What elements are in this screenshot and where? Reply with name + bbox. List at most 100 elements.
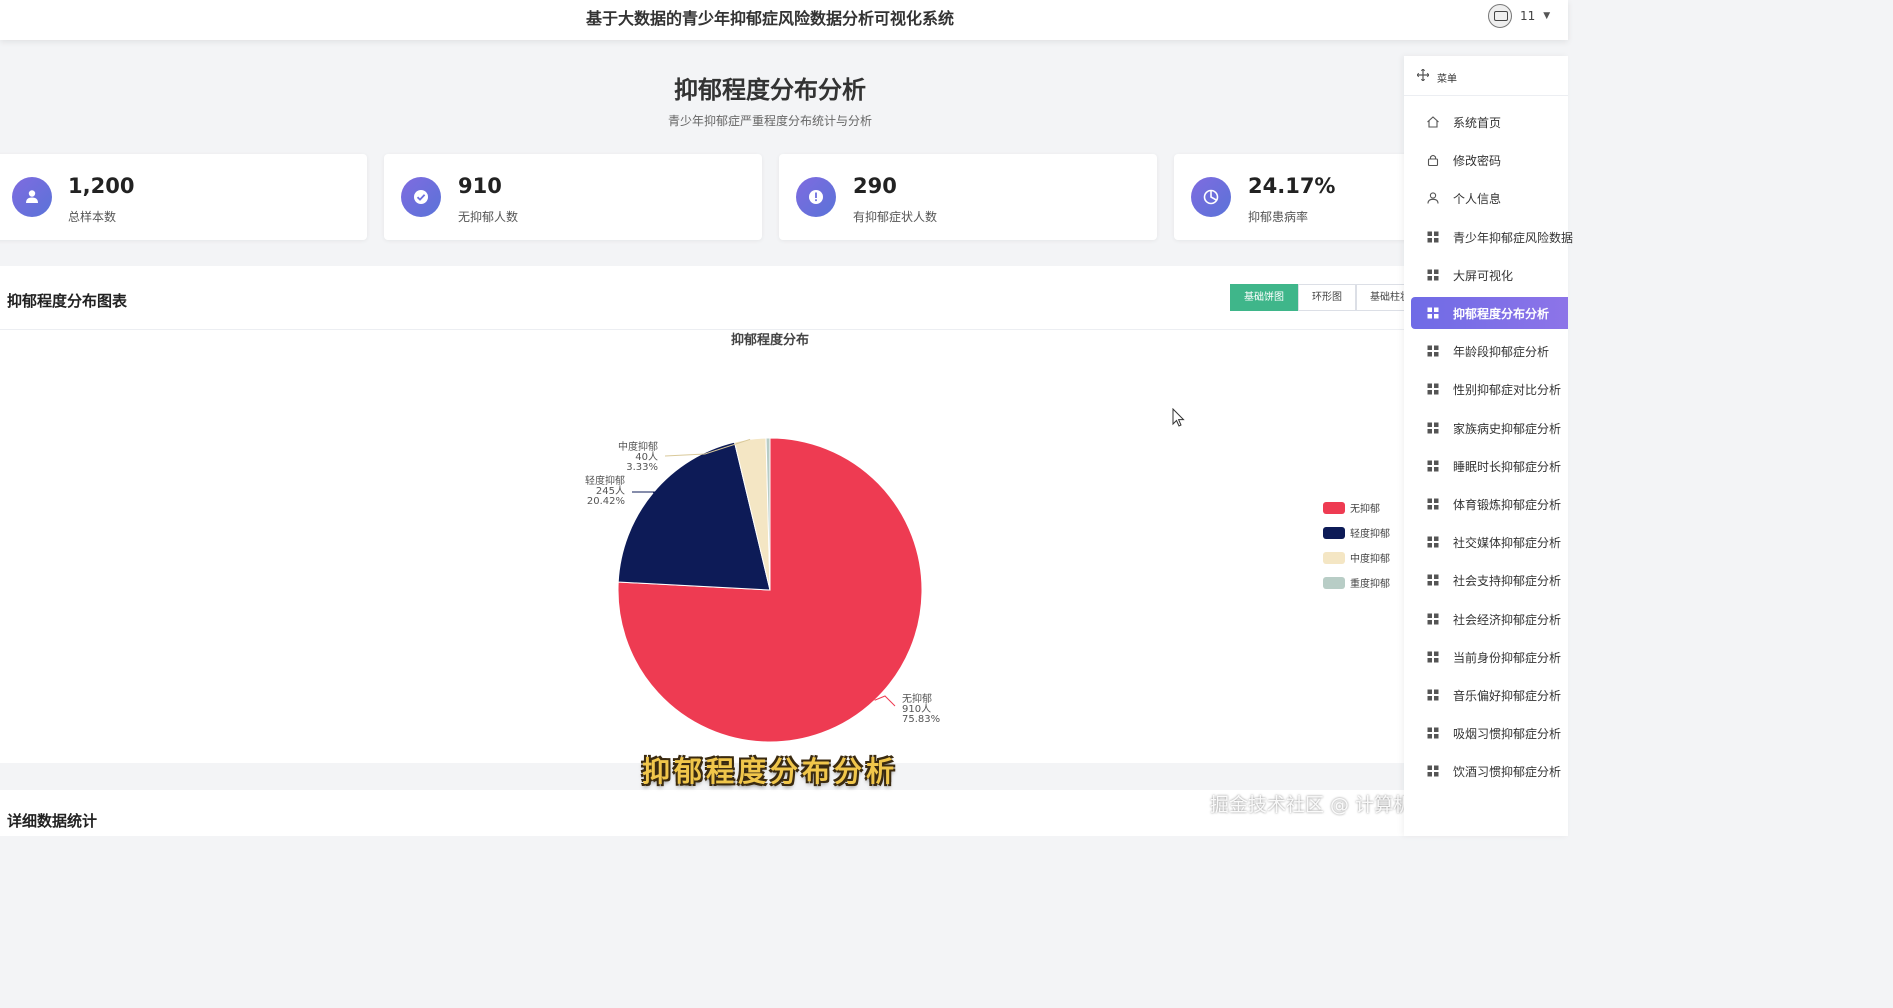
sidebar-item[interactable]: 性别抑郁症对比分析 <box>1404 373 1568 405</box>
sidebar-item-label: 当前身份抑郁症分析 <box>1453 650 1562 665</box>
chart-title: 抑郁程度分布 <box>731 332 809 348</box>
sidebar-item-label: 社会经济抑郁症分析 <box>1453 612 1562 627</box>
stat-value: 910 <box>458 174 502 198</box>
stat-label: 有抑郁症状人数 <box>853 210 938 224</box>
sidebar-item-label: 系统首页 <box>1453 116 1502 130</box>
sidebar-item[interactable]: 年龄段抑郁症分析 <box>1404 335 1568 367</box>
data-label: 20.42% <box>587 496 625 507</box>
move-icon <box>1417 69 1429 81</box>
grid-icon <box>1427 460 1439 472</box>
stat-label: 总样本数 <box>68 210 117 224</box>
sidebar-item-active[interactable]: 抑郁程度分布分析 <box>1411 297 1568 329</box>
grid-icon <box>1427 613 1439 625</box>
sidebar-item-label: 吸烟习惯抑郁症分析 <box>1453 727 1562 742</box>
grid-icon <box>1427 727 1439 739</box>
legend-label[interactable]: 无抑郁 <box>1350 502 1380 515</box>
legend-swatch[interactable] <box>1323 502 1345 514</box>
sidebar-item[interactable]: 社会经济抑郁症分析 <box>1404 603 1568 635</box>
legend-swatch[interactable] <box>1323 552 1345 564</box>
sidebar: 菜单 系统首页修改密码个人信息青少年抑郁症风险数据 大屏可视化抑郁程度分布分析 年龄… <box>1404 56 1573 836</box>
stat-card-total: 1,200 总样本数 <box>0 154 367 240</box>
user-menu[interactable]: 11 ▼ <box>1488 4 1550 28</box>
sidebar-item-label: 社交媒体抑郁症分析 <box>1453 536 1562 551</box>
grid-icon <box>1427 307 1439 319</box>
sidebar-item[interactable]: 社交媒体抑郁症分析 <box>1404 526 1568 558</box>
data-label: 3.33% <box>626 462 658 473</box>
person-icon <box>1427 192 1439 204</box>
stat-value: 24.17% <box>1248 174 1336 198</box>
top-header: 基于大数据的青少年抑郁症风险数据分析可视化系统 11 ▼ <box>0 0 1568 40</box>
sidebar-item-label: 大屏可视化 <box>1453 268 1514 283</box>
sidebar-item-label: 家族病史抑郁症分析 <box>1453 421 1562 436</box>
legend-label[interactable]: 中度抑郁 <box>1350 552 1390 565</box>
chart-panel: 抑郁程度分布图表 基础饼图 环形图 基础柱状 抑郁程度分布 无抑郁910人75.… <box>0 266 1404 763</box>
grid-icon <box>1427 383 1439 395</box>
app-title: 基于大数据的青少年抑郁症风险数据分析可视化系统 <box>585 9 954 28</box>
grid-icon <box>1427 536 1439 548</box>
grid-icon <box>1427 231 1439 243</box>
user-icon <box>12 177 52 217</box>
sidebar-item-label: 修改密码 <box>1453 154 1502 169</box>
stat-value: 290 <box>853 174 897 198</box>
legend-swatch[interactable] <box>1323 577 1345 589</box>
alert-icon <box>796 177 836 217</box>
mouse-cursor-icon <box>1172 408 1185 427</box>
grid-icon <box>1427 498 1439 510</box>
menu-header[interactable]: 菜单 <box>1404 56 1568 96</box>
pie-icon <box>1191 177 1231 217</box>
avatar[interactable] <box>1488 4 1512 28</box>
stat-label: 抑郁患病率 <box>1248 210 1309 224</box>
sidebar-item[interactable]: 吸烟习惯抑郁症分析 <box>1404 717 1568 749</box>
sidebar-item[interactable]: 体育锻炼抑郁症分析 <box>1404 488 1568 520</box>
sidebar-item[interactable]: 青少年抑郁症风险数据 <box>1404 221 1573 253</box>
sidebar-item[interactable]: 系统首页 <box>1404 106 1568 138</box>
page-title: 抑郁程度分布分析 <box>674 76 866 104</box>
detail-stats-title: 详细数据统计 <box>7 812 98 830</box>
data-label: 75.83% <box>902 714 940 725</box>
video-caption: 抑郁程度分布分析 <box>641 755 898 788</box>
sidebar-item[interactable]: 睡眠时长抑郁症分析 <box>1404 450 1568 482</box>
grid-icon <box>1427 269 1439 281</box>
stat-card-no-depression: 910 无抑郁人数 <box>384 154 762 240</box>
stat-card-depression: 290 有抑郁症状人数 <box>779 154 1157 240</box>
label-leader-line <box>632 491 656 494</box>
sidebar-item[interactable]: 大屏可视化 <box>1404 259 1568 291</box>
pie-chart: 抑郁程度分布 无抑郁910人75.83%轻度抑郁245人20.42%中度抑郁40… <box>585 332 1390 743</box>
stat-label: 无抑郁人数 <box>458 210 519 224</box>
sidebar-item-label: 睡眠时长抑郁症分析 <box>1453 459 1562 474</box>
grid-icon <box>1427 651 1439 663</box>
sidebar-item-label: 年龄段抑郁症分析 <box>1453 345 1550 360</box>
sidebar-item[interactable]: 修改密码 <box>1404 144 1568 176</box>
sidebar-item-label: 体育锻炼抑郁症分析 <box>1453 498 1562 512</box>
sidebar-item[interactable]: 个人信息 <box>1404 182 1568 214</box>
stat-value: 1,200 <box>68 174 135 198</box>
sidebar-item[interactable]: 当前身份抑郁症分析 <box>1404 641 1568 673</box>
sidebar-item-label: 饮酒习惯抑郁症分析 <box>1453 765 1562 780</box>
home-icon <box>1427 116 1439 128</box>
sidebar-item-label: 音乐偏好抑郁症分析 <box>1453 689 1562 703</box>
sidebar-item[interactable]: 社会支持抑郁症分析 <box>1404 564 1568 596</box>
lock-icon <box>1427 155 1439 167</box>
grid-icon <box>1427 422 1439 434</box>
grid-icon <box>1427 689 1439 701</box>
legend-label[interactable]: 轻度抑郁 <box>1350 527 1390 540</box>
grid-icon <box>1427 345 1439 357</box>
sidebar-item-label: 个人信息 <box>1453 192 1502 207</box>
grid-icon <box>1427 765 1439 777</box>
grid-icon <box>1427 574 1439 586</box>
menu-header-label: 菜单 <box>1437 74 1457 85</box>
legend-label[interactable]: 重度抑郁 <box>1350 577 1390 590</box>
sidebar-item[interactable]: 饮酒习惯抑郁症分析 <box>1404 755 1568 787</box>
sidebar-item-label: 性别抑郁症对比分析 <box>1453 383 1562 398</box>
page-subtitle: 青少年抑郁症严重程度分布统计与分析 <box>667 114 872 128</box>
legend-swatch[interactable] <box>1323 527 1345 539</box>
user-name[interactable]: 11 <box>1520 9 1535 23</box>
detail-stats-panel: 详细数据统计 <box>0 790 1404 836</box>
sidebar-item[interactable]: 家族病史抑郁症分析 <box>1404 412 1568 444</box>
sidebar-item-label: 社会支持抑郁症分析 <box>1453 574 1562 589</box>
sidebar-item[interactable]: 音乐偏好抑郁症分析 <box>1404 679 1568 711</box>
sidebar-item-label: 青少年抑郁症风险数据 <box>1453 230 1574 245</box>
check-icon <box>401 177 441 217</box>
chevron-down-icon[interactable]: ▼ <box>1543 11 1550 21</box>
sidebar-item-label: 抑郁程度分布分析 <box>1453 307 1550 321</box>
